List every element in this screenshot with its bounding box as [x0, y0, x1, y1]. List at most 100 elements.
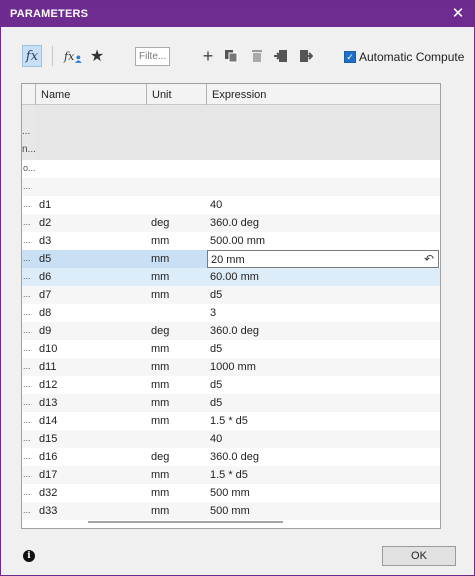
- table-row[interactable]: ... d16 deg 360.0 deg: [22, 448, 440, 466]
- group-row-label[interactable]: ...: [22, 126, 30, 137]
- title-bar: PARAMETERS ✕: [1, 1, 474, 27]
- automatic-compute-toggle[interactable]: ✓ Automatic Compute: [344, 50, 464, 64]
- table-row[interactable]: ... d8 3: [22, 304, 440, 322]
- table-row[interactable]: ... d14 mm 1.5 * d5: [22, 412, 440, 430]
- param-name[interactable]: d3: [36, 232, 161, 250]
- close-icon[interactable]: ✕: [448, 4, 468, 24]
- ok-button[interactable]: OK: [382, 546, 456, 566]
- expression-edit-value[interactable]: 20 mm: [211, 254, 245, 266]
- row-marker: ...: [23, 307, 31, 317]
- param-name[interactable]: d10: [36, 340, 161, 358]
- param-unit[interactable]: mm: [148, 268, 207, 286]
- filter-input[interactable]: Filte...: [135, 47, 170, 66]
- param-unit[interactable]: [148, 430, 207, 448]
- param-expression[interactable]: 360.0 deg: [207, 448, 439, 466]
- param-name[interactable]: d16: [36, 448, 161, 466]
- param-name[interactable]: d14: [36, 412, 161, 430]
- table-row[interactable]: ... d6 mm 60.00 mm: [22, 268, 440, 286]
- param-unit[interactable]: mm: [148, 250, 207, 268]
- param-expression[interactable]: d5: [207, 286, 439, 304]
- table-row[interactable]: ... d10 mm d5: [22, 340, 440, 358]
- table-row[interactable]: ... d9 deg 360.0 deg: [22, 322, 440, 340]
- param-unit[interactable]: mm: [148, 412, 207, 430]
- param-expression[interactable]: 40: [207, 430, 439, 448]
- param-name[interactable]: d2: [36, 214, 161, 232]
- param-expression[interactable]: 360.0 deg: [207, 214, 439, 232]
- table-row[interactable]: ... d2 deg 360.0 deg: [22, 214, 440, 232]
- param-expression[interactable]: 1000 mm: [207, 358, 439, 376]
- param-name[interactable]: d32: [36, 484, 161, 502]
- param-unit[interactable]: mm: [148, 340, 207, 358]
- table-row[interactable]: ... d3 mm 500.00 mm: [22, 232, 440, 250]
- param-name[interactable]: d1: [36, 196, 161, 214]
- table-row[interactable]: ... d12 mm d5: [22, 376, 440, 394]
- param-name[interactable]: d12: [36, 376, 161, 394]
- param-expression[interactable]: 1.5 * d5: [207, 466, 439, 484]
- column-header-unit[interactable]: Unit: [147, 84, 207, 105]
- table-row[interactable]: ... d33 mm 500 mm: [22, 502, 440, 520]
- param-expression[interactable]: 40: [207, 196, 439, 214]
- add-parameter-icon[interactable]: +: [199, 45, 217, 67]
- param-unit[interactable]: mm: [148, 502, 207, 520]
- param-name[interactable]: d5: [36, 250, 161, 268]
- horizontal-scrollbar[interactable]: [88, 521, 283, 523]
- param-expression[interactable]: d5: [207, 340, 439, 358]
- user-parameters-icon[interactable]: fx: [64, 45, 82, 67]
- param-unit[interactable]: deg: [148, 448, 207, 466]
- param-expression[interactable]: d5: [207, 376, 439, 394]
- param-unit[interactable]: deg: [148, 214, 207, 232]
- info-icon[interactable]: i: [23, 550, 35, 562]
- group-row-label[interactable]: n...: [22, 144, 36, 155]
- param-expression[interactable]: 360.0 deg: [207, 322, 439, 340]
- favorites-star-icon[interactable]: ★: [88, 45, 106, 67]
- param-expression[interactable]: 3: [207, 304, 439, 322]
- fx-parameters-icon[interactable]: fx: [22, 45, 42, 67]
- param-name[interactable]: d11: [36, 358, 161, 376]
- param-unit[interactable]: deg: [148, 322, 207, 340]
- table-row-editing[interactable]: ... d5 mm 20 mm ↶: [22, 250, 440, 268]
- table-row[interactable]: ... d32 mm 500 mm: [22, 484, 440, 502]
- param-expression[interactable]: 60.00 mm: [207, 268, 439, 286]
- table-row[interactable]: ... d13 mm d5: [22, 394, 440, 412]
- param-unit[interactable]: mm: [148, 232, 207, 250]
- param-unit[interactable]: mm: [148, 286, 207, 304]
- automatic-compute-checkbox[interactable]: ✓: [344, 51, 356, 63]
- delete-icon[interactable]: [249, 45, 265, 67]
- param-name[interactable]: d7: [36, 286, 161, 304]
- import-icon[interactable]: [273, 45, 289, 67]
- param-expression[interactable]: 1.5 * d5: [207, 412, 439, 430]
- param-unit[interactable]: mm: [148, 466, 207, 484]
- param-expression[interactable]: 500 mm: [207, 484, 439, 502]
- group-row[interactable]: ...: [22, 178, 440, 196]
- table-row[interactable]: ... d11 mm 1000 mm: [22, 358, 440, 376]
- param-name[interactable]: d13: [36, 394, 161, 412]
- column-header-name[interactable]: Name: [36, 84, 147, 105]
- header-marker-column: [22, 84, 36, 105]
- column-header-expression[interactable]: Expression: [207, 84, 440, 105]
- expression-edit-field[interactable]: 20 mm ↶: [207, 250, 439, 268]
- param-name[interactable]: d8: [36, 304, 161, 322]
- undo-icon[interactable]: ↶: [424, 252, 434, 266]
- param-unit[interactable]: mm: [148, 358, 207, 376]
- param-name[interactable]: d15: [36, 430, 161, 448]
- param-name[interactable]: d9: [36, 322, 161, 340]
- table-row[interactable]: ... d1 40: [22, 196, 440, 214]
- param-unit[interactable]: [148, 196, 207, 214]
- row-marker: ...: [23, 217, 31, 227]
- param-unit[interactable]: mm: [148, 484, 207, 502]
- param-unit[interactable]: mm: [148, 394, 207, 412]
- param-unit[interactable]: [148, 304, 207, 322]
- param-expression[interactable]: 500 mm: [207, 502, 439, 520]
- param-name[interactable]: d6: [36, 268, 161, 286]
- table-row[interactable]: ... d15 40: [22, 430, 440, 448]
- table-row[interactable]: ... d17 mm 1.5 * d5: [22, 466, 440, 484]
- param-unit[interactable]: mm: [148, 376, 207, 394]
- group-row[interactable]: o...: [22, 160, 440, 178]
- param-name[interactable]: d33: [36, 502, 161, 520]
- copy-icon[interactable]: [223, 45, 239, 67]
- param-expression[interactable]: 500.00 mm: [207, 232, 439, 250]
- table-row[interactable]: ... d7 mm d5: [22, 286, 440, 304]
- param-name[interactable]: d17: [36, 466, 161, 484]
- export-icon[interactable]: [298, 45, 314, 67]
- param-expression[interactable]: d5: [207, 394, 439, 412]
